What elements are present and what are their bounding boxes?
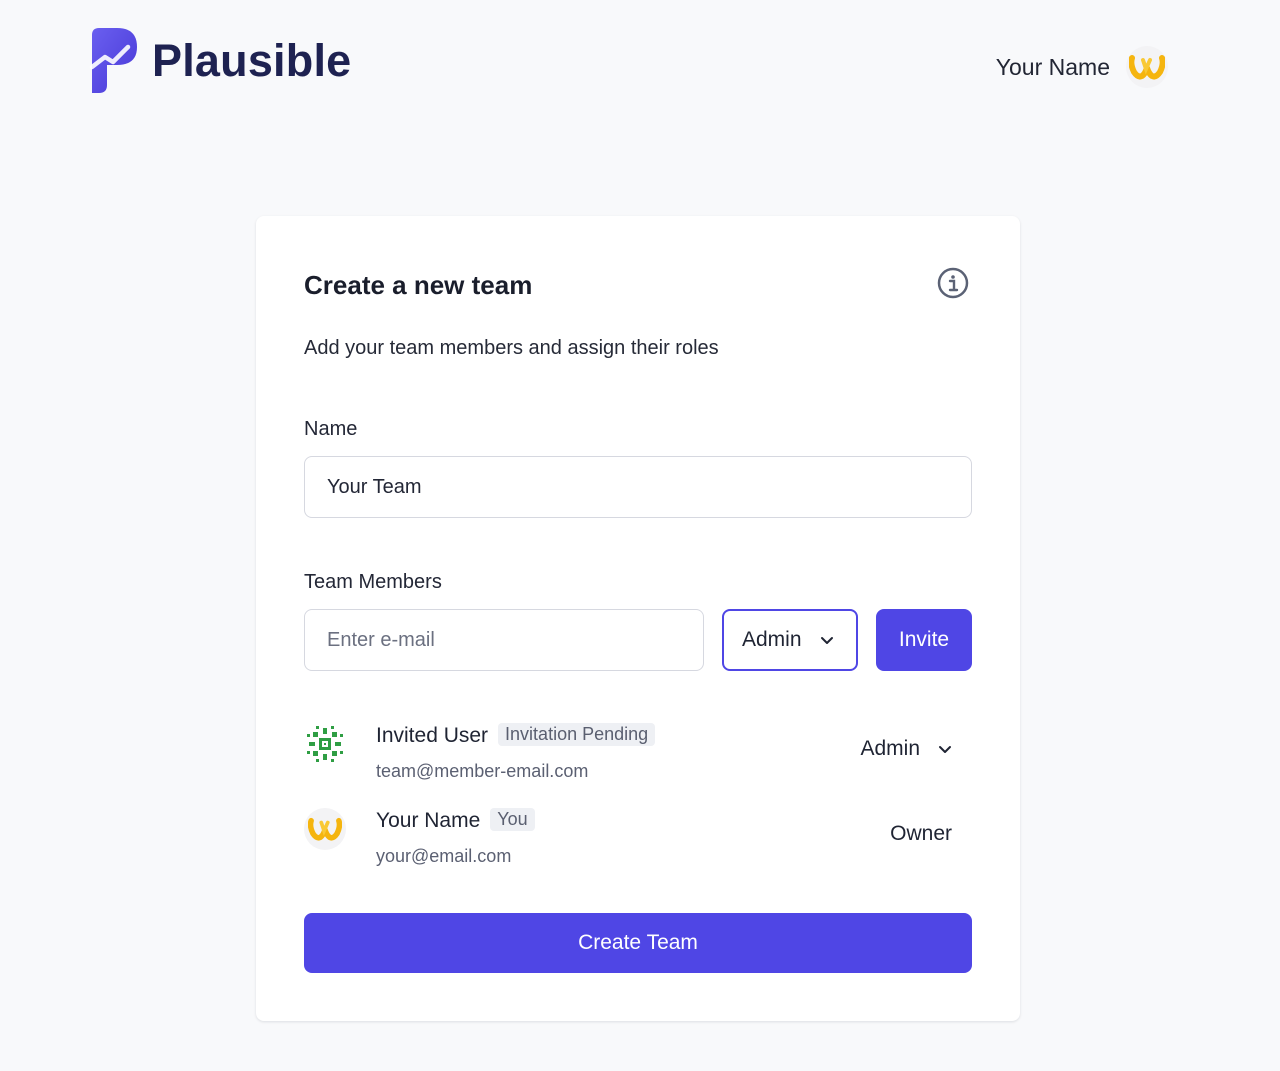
user-menu[interactable]: Your Name xyxy=(996,46,1168,88)
avatar xyxy=(1126,46,1168,88)
role-select[interactable]: Admin xyxy=(722,609,858,671)
info-icon[interactable] xyxy=(937,267,969,299)
member-email: your@email.com xyxy=(376,846,512,866)
member-name: Your Name xyxy=(376,809,481,832)
card-title: Create a new team xyxy=(304,270,533,300)
status-badge: Invitation Pending xyxy=(498,723,656,746)
waving-hands-icon xyxy=(1129,55,1165,80)
avatar xyxy=(304,808,346,850)
user-name: Your Name xyxy=(995,53,1110,80)
role-select-value: Admin xyxy=(742,628,802,651)
name-label: Name xyxy=(304,418,358,440)
pattern-avatar-icon xyxy=(304,723,346,765)
member-role: Owner xyxy=(890,822,952,846)
card-subtitle: Add your team members and assign their r… xyxy=(304,337,719,359)
member-role-value: Admin xyxy=(860,737,920,760)
email-input[interactable] xyxy=(304,609,704,671)
member-email: team@member-email.com xyxy=(376,761,589,781)
member-name: Invited User xyxy=(376,724,489,747)
chevron-down-icon xyxy=(939,745,951,753)
brand-name: Plausible xyxy=(152,35,352,86)
logo[interactable]: Plausible xyxy=(88,27,351,94)
list-item: Invited User Invitation Pending team@memb… xyxy=(304,723,972,793)
member-name-row: Your Name You xyxy=(376,808,535,833)
waving-hands-icon xyxy=(308,817,342,841)
invite-button[interactable]: Invite xyxy=(876,609,972,671)
plausible-logo-icon xyxy=(89,28,137,93)
create-team-button[interactable]: Create Team xyxy=(304,913,972,973)
chevron-down-icon xyxy=(820,636,833,644)
top-bar: Plausible Your Name xyxy=(0,0,1280,130)
team-members-label: Team Members xyxy=(304,571,442,593)
create-team-card: Create a new team Add your team members … xyxy=(256,216,1020,1021)
team-name-input[interactable] xyxy=(304,456,972,518)
member-role-value: Owner xyxy=(890,822,952,845)
member-name-row: Invited User Invitation Pending xyxy=(376,723,656,748)
you-badge: You xyxy=(490,808,535,831)
list-item: Your Name You your@email.com Owner xyxy=(304,808,972,878)
member-role-select[interactable]: Admin xyxy=(860,737,952,761)
